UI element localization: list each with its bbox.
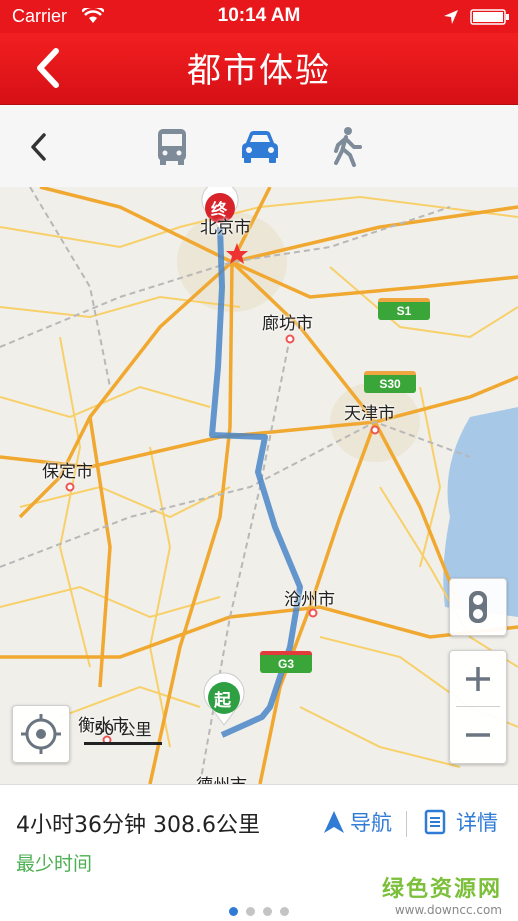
city-label-baoding: 保定市 [42, 462, 93, 482]
zoom-control [449, 650, 507, 764]
city-label-langfang: 廊坊市 [262, 314, 313, 334]
bus-mode-icon[interactable] [148, 125, 196, 169]
walk-mode-icon[interactable] [322, 125, 370, 169]
detail-button[interactable]: 详情 [424, 807, 498, 837]
transport-mode-bar [0, 105, 518, 188]
title-bar: 都市体验 [0, 33, 518, 105]
page-dot[interactable] [246, 907, 255, 916]
map-view[interactable]: 北京市 廊坊市 天津市 保定市 沧州市 衡水市 德州市 终 起 S1 S30 G… [0, 187, 518, 784]
end-marker-label: 终 [211, 200, 228, 219]
city-label-tianjin: 天津市 [344, 404, 395, 424]
battery-icon [470, 9, 509, 25]
highway-shield-s1: S1 [378, 298, 430, 320]
locate-button[interactable] [12, 705, 70, 763]
page-dot[interactable] [263, 907, 272, 916]
page-dot[interactable] [229, 907, 238, 916]
page-title: 都市体验 [187, 51, 331, 91]
highway-shield-s30: S30 [364, 371, 416, 393]
location-arrow-icon [444, 10, 458, 24]
chevron-left-icon[interactable] [28, 131, 48, 163]
navigate-label: 导航 [350, 811, 392, 835]
map-canvas [0, 187, 518, 784]
action-divider [406, 811, 407, 837]
zoom-out-icon[interactable] [450, 707, 506, 763]
start-marker-label: 起 [214, 691, 231, 711]
zoom-in-icon[interactable] [450, 651, 506, 707]
city-label-dezhou: 德州市 [196, 771, 247, 784]
navigate-button[interactable]: 导航 [322, 807, 392, 837]
map-scale: 50 公里 [84, 716, 162, 746]
scale-label: 50 公里 [94, 720, 152, 739]
traffic-light-icon [469, 591, 487, 623]
watermark-title: 绿色资源网 [381, 877, 502, 902]
car-mode-icon[interactable] [236, 125, 284, 169]
traffic-toggle-button[interactable] [449, 578, 507, 636]
route-info-panel[interactable]: 4小时36分钟 308.6公里 最少时间 导航 详情 绿色资源网 www.dow… [0, 784, 518, 921]
page-indicator[interactable] [0, 901, 518, 920]
status-bar: Carrier 10:14 AM [0, 0, 518, 33]
detail-label: 详情 [456, 811, 498, 835]
clock: 10:14 AM [217, 5, 301, 26]
locate-icon [21, 714, 61, 754]
city-label-cangzhou: 沧州市 [284, 590, 335, 610]
route-summary: 4小时36分钟 308.6公里 [16, 813, 260, 838]
route-strategy-label: 最少时间 [16, 853, 93, 875]
navigation-arrow-icon [324, 811, 344, 833]
highway-shield-g3: G3 [260, 651, 312, 673]
document-icon [424, 809, 446, 835]
page-dot[interactable] [280, 907, 289, 916]
scale-bar [84, 742, 162, 745]
